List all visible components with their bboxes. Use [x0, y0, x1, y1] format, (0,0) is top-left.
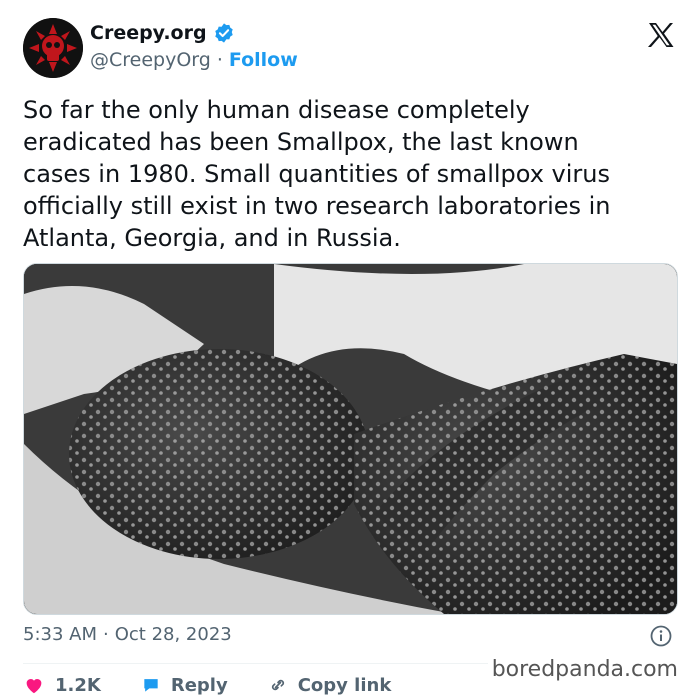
- tweet-date: Oct 28, 2023: [114, 624, 232, 645]
- handle[interactable]: @CreepyOrg: [90, 49, 211, 71]
- copy-link-label: Copy link: [297, 674, 392, 696]
- tweet-time: 5:33 AM: [23, 624, 97, 645]
- tweet-text: So far the only human disease completely…: [23, 96, 611, 252]
- tweet-photo[interactable]: [23, 263, 678, 615]
- handle-row: @CreepyOrg · Follow: [90, 49, 298, 71]
- skull-logo-icon: [23, 18, 83, 78]
- avatar[interactable]: [23, 18, 83, 78]
- link-icon: [271, 679, 284, 691]
- follow-button[interactable]: Follow: [229, 49, 298, 71]
- reply-label: Reply: [170, 674, 228, 696]
- x-logo-icon[interactable]: [646, 20, 676, 50]
- verified-badge-icon: [214, 23, 233, 43]
- display-name[interactable]: Creepy.org: [90, 22, 207, 44]
- like-count: 1.2K: [55, 674, 101, 696]
- handle-separator: ·: [216, 49, 223, 71]
- reply-icon: [144, 679, 158, 692]
- watermark: boredpanda.com: [487, 657, 682, 682]
- timestamp-row[interactable]: 5:33 AM · Oct 28, 2023: [23, 624, 232, 645]
- photo-image: [24, 264, 677, 614]
- info-icon[interactable]: [650, 625, 672, 647]
- timestamp-separator: ·: [103, 624, 109, 645]
- author-name-row: Creepy.org: [90, 22, 235, 44]
